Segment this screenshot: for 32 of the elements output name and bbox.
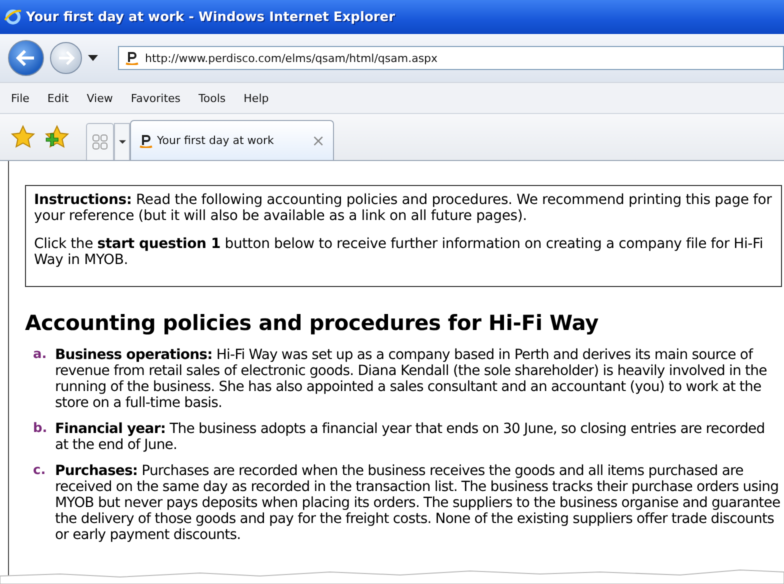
quick-tabs-button[interactable] <box>86 123 114 160</box>
policy-text: Financial year: The business adopts a financial year that ends on 30 June, so closing entries are recorded at the end of June. <box>55 421 766 453</box>
browser-logo-icon <box>4 8 22 26</box>
dropdown-caret-icon[interactable] <box>88 55 98 61</box>
instruction-text: Click the start question 1 button below to receive further information on creating a company file for Hi-Fi Way in MYOB. <box>34 236 764 268</box>
tab-list-button[interactable] <box>114 123 130 160</box>
menu-item[interactable]: Help <box>234 92 278 104</box>
address-field[interactable]: http://www.perdisco.com/elms/qsam/html/qsam.aspx <box>118 46 784 70</box>
favorites-star-icon[interactable] <box>10 124 36 150</box>
menu-item[interactable]: File <box>2 92 38 104</box>
page-heading: Accounting policies and procedures for Hi-Fi Way <box>25 311 600 335</box>
back-arrow-icon <box>16 50 36 66</box>
menu-item[interactable]: View <box>78 92 122 104</box>
window-title: Your first day at work - Windows Internet Explorer <box>26 10 396 24</box>
grid-icon <box>92 134 108 150</box>
add-favorite-icon[interactable] <box>44 124 70 150</box>
instruction-text: Instructions: Read the following accounting policies and procedures. We recommend printing this page for your reference (but it will also be available as a link on all future pages). <box>34 192 773 224</box>
policy-text: Purchases: Purchases are recorded when the business receives the goods and all items purchased are received on the same day as recorded in the transaction list. The business tracks their purchase orders using MYOB but never pays deposits when placing its orders. The suppliers to the business organise and guarantee the delivery of those goods and pay for the freight costs. None of the existing suppliers offer trade discounts or early payment discounts. <box>55 463 782 543</box>
site-logo-icon <box>125 51 139 65</box>
site-logo-icon <box>139 134 153 148</box>
menu-item[interactable]: Tools <box>190 92 235 104</box>
list-letter: b. <box>33 421 47 438</box>
policy-text: Business operations: Hi-Fi Way was set up as a company based in Perth and derives its main source of revenue from retail sales of electronic goods. Diana Kendall (the sole shareholder) is heavily involved in the running of the business. She has also appointed a sales consultant and an accountant (you) to work at the store on a full-time basis. <box>55 347 768 411</box>
list-letter: a. <box>33 347 47 364</box>
forward-arrow-icon <box>57 51 75 65</box>
menu-item[interactable]: Favorites <box>122 92 190 104</box>
back-button[interactable] <box>8 40 44 76</box>
browser-tab[interactable]: Your first day at work × <box>130 120 334 160</box>
menu-item[interactable]: Edit <box>38 92 78 104</box>
list-letter: c. <box>33 463 47 480</box>
forward-button[interactable] <box>50 42 82 74</box>
caret-icon <box>118 140 126 144</box>
